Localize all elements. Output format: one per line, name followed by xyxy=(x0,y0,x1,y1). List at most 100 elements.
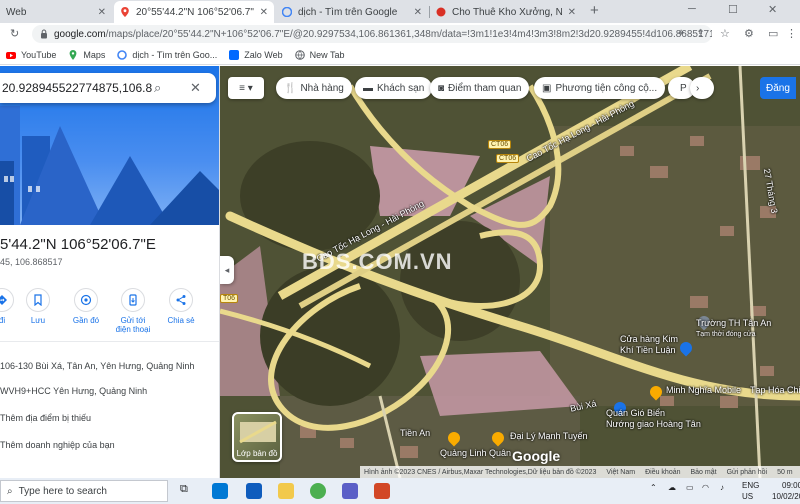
restaurant-icon: 🍴 xyxy=(284,82,297,94)
tray-chevron-icon[interactable]: ⌃ xyxy=(650,483,657,492)
maximize-icon[interactable]: ☐ xyxy=(728,3,738,16)
satellite-map[interactable]: ≡ ▾ 🍴 Nhà hàng ▬ Khách sạn ◙ Điểm tham quan… xyxy=(220,66,800,478)
share-page-icon[interactable]: ⇪ xyxy=(696,27,705,40)
save-button[interactable]: Lưu xyxy=(18,288,58,325)
input-language[interactable]: ENG US xyxy=(742,480,759,502)
minimize-icon[interactable]: ─ xyxy=(688,3,696,15)
sign-in-button[interactable]: Đăng xyxy=(760,77,796,99)
lock-icon[interactable] xyxy=(40,29,48,39)
poi-name: Cửa hàng Kim xyxy=(620,334,679,344)
clock-date: 10/02/2023 xyxy=(772,492,800,501)
search-input[interactable] xyxy=(2,81,152,95)
place-title: 5'44.2"N 106°52'06.7"E xyxy=(0,236,156,253)
url-text: google.com/maps/place/20°55'44.2"N+106°5… xyxy=(54,29,712,40)
taskbar-search-box[interactable]: ⌕ Type here to search xyxy=(0,480,168,502)
share-button[interactable]: Chia sẻ xyxy=(161,288,201,325)
chips-next-button[interactable]: › xyxy=(690,77,714,99)
chip-attractions[interactable]: ◙ Điểm tham quan xyxy=(430,77,530,99)
add-business-link[interactable]: Thêm doanh nghiệp của bạn xyxy=(0,440,115,450)
new-tab-button[interactable]: + xyxy=(590,2,599,19)
edge-icon[interactable] xyxy=(212,483,228,499)
bookmark-label: dịch - Tìm trên Goo... xyxy=(132,49,218,60)
tab-title: Web xyxy=(6,6,27,18)
bookmark-label: Zalo Web xyxy=(244,49,283,60)
tab-google-search[interactable]: dịch - Tìm trên Google ✕ xyxy=(276,1,428,23)
globe-icon xyxy=(294,49,305,60)
chip-label: Phương tiện công cộ... xyxy=(555,82,658,94)
address-bar[interactable]: google.com/maps/place/20°55'44.2"N+106°5… xyxy=(32,25,712,43)
close-tab-icon[interactable]: ✕ xyxy=(98,7,106,18)
plus-code-row[interactable]: WVH9+HCC Yên Hưng, Quảng Ninh xyxy=(0,386,147,396)
extensions-icon[interactable]: ⚙ xyxy=(744,27,754,40)
terms-link[interactable]: Điều khoản xyxy=(645,469,680,476)
search-icon[interactable]: ⌕ xyxy=(154,80,161,96)
bookmark-google[interactable]: dịch - Tìm trên Goo... xyxy=(117,50,217,60)
tab-web[interactable]: Web ✕ xyxy=(0,1,112,23)
region-code: US xyxy=(742,492,754,501)
address-row[interactable]: 106-130 Bùi Xá, Tân An, Yên Hưng, Quảng … xyxy=(0,361,194,371)
search-icon: ⌕ xyxy=(7,485,13,497)
wifi-icon[interactable]: ◠ xyxy=(702,483,709,492)
poi-tap-hoa[interactable]: Tạp Hóa Chi xyxy=(750,385,800,396)
reload-icon[interactable]: ↻ xyxy=(10,27,19,40)
zalo-icon xyxy=(229,49,240,60)
window-icon[interactable]: ▭ xyxy=(768,27,778,40)
route-shield: CT06 xyxy=(488,140,512,149)
country-link[interactable]: Việt Nam xyxy=(606,469,635,476)
more-menu-icon[interactable]: ⋮ xyxy=(786,27,797,40)
layers-toggle-button[interactable]: Lớp bản đồ xyxy=(232,412,282,462)
nearby-button[interactable]: Gần đó xyxy=(66,288,106,325)
close-tab-icon[interactable]: ✕ xyxy=(260,7,268,18)
close-tab-icon[interactable]: ✕ xyxy=(414,7,422,18)
poi-quang-linh[interactable]: Quảng Linh Quân xyxy=(440,448,511,459)
clock-time: 09:00 xyxy=(782,481,800,490)
privacy-link[interactable]: Bảo mật xyxy=(691,469,717,476)
poi-quan-gio-bien[interactable]: Quán Gió Biển Nướng giao Hoàng Tân xyxy=(606,408,701,430)
bookmark-label: Maps xyxy=(83,49,106,60)
close-tab-icon[interactable]: ✕ xyxy=(568,7,576,18)
volume-icon[interactable]: ♪ xyxy=(720,483,724,492)
bookmark-zalo[interactable]: Zalo Web xyxy=(229,49,283,60)
outlook-icon[interactable] xyxy=(246,483,262,499)
poi-dai-ly[interactable]: Đại Lý Mạnh Tuyến xyxy=(510,431,588,442)
google-logo: Google xyxy=(512,448,561,464)
powerpoint-icon[interactable] xyxy=(374,483,390,499)
close-window-icon[interactable]: ✕ xyxy=(768,3,777,16)
bookmark-star-icon[interactable]: ☆ xyxy=(720,27,730,40)
battery-icon[interactable]: ▭ xyxy=(686,483,694,492)
poi-minh-nghia[interactable]: Minh Nghĩa Mobile xyxy=(666,385,741,396)
scale-label[interactable]: 50 m xyxy=(777,469,793,476)
action-label: Gửi tới điện thoại xyxy=(115,316,151,334)
bookmark-label: YouTube xyxy=(21,49,57,60)
cloud-icon[interactable]: ☁ xyxy=(668,483,676,492)
imagery-attribution: Hình ảnh ©2023 CNES / Airbus,Maxar Techn… xyxy=(364,468,597,476)
map-layers-menu-button[interactable]: ≡ ▾ xyxy=(228,77,264,99)
action-label: Lưu xyxy=(30,316,46,325)
feedback-link[interactable]: Gửi phản hồi xyxy=(727,469,768,476)
chevron-right-icon: › xyxy=(696,82,700,94)
file-explorer-icon[interactable] xyxy=(278,483,294,499)
chip-restaurants[interactable]: 🍴 Nhà hàng xyxy=(276,77,352,99)
system-clock[interactable]: 09:00 10/02/2023 xyxy=(772,480,800,502)
location-icon[interactable]: ⌖ xyxy=(678,27,684,40)
bookmark-youtube[interactable]: YouTube xyxy=(6,50,56,60)
clear-search-icon[interactable]: ✕ xyxy=(190,80,201,96)
chip-transit[interactable]: ▣ Phương tiện công cộ... xyxy=(534,77,666,99)
bookmark-label: New Tab xyxy=(309,49,345,60)
teams-icon[interactable] xyxy=(342,483,358,499)
bookmark-new-tab[interactable]: New Tab xyxy=(294,49,345,60)
poi-shop-kim-khi[interactable]: Cửa hàng Kim Khí Tiền Luận xyxy=(620,334,678,356)
maps-pin-icon xyxy=(121,7,129,17)
add-missing-place-link[interactable]: Thêm địa điểm bị thiếu xyxy=(0,413,91,423)
task-view-icon[interactable]: ⧉ xyxy=(180,483,188,496)
tab-google-maps[interactable]: 20°55'44.2"N 106°52'06.7"E - Go ✕ xyxy=(114,1,274,23)
chip-hotels[interactable]: ▬ Khách sạn xyxy=(355,77,433,99)
collapse-panel-button[interactable]: ◂ xyxy=(220,256,234,284)
chrome-icon[interactable] xyxy=(310,483,326,499)
menu-icon: ≡ ▾ xyxy=(239,82,253,94)
tab-real-estate[interactable]: Cho Thuê Kho Xưởng, Nhà Xưởn ✕ xyxy=(430,1,582,23)
place-coordinates: 45, 106.868517 xyxy=(0,257,63,267)
poi-school[interactable]: Trường TH Tân An Tạm thời đóng cửa xyxy=(696,318,771,340)
bookmark-maps[interactable]: Maps xyxy=(68,49,106,60)
send-to-phone-button[interactable]: Gửi tới điện thoại xyxy=(113,288,153,334)
